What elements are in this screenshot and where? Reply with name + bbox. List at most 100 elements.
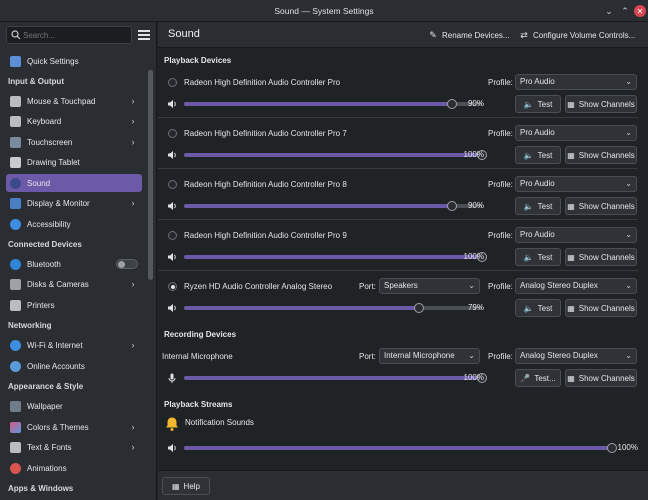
test-button[interactable]: 🔈 Test xyxy=(515,146,561,164)
channels-icon: ▦ xyxy=(567,99,575,109)
volume-icon[interactable] xyxy=(167,252,177,262)
sidebar-item-disks-cameras[interactable]: Disks & Cameras › xyxy=(6,275,142,293)
sidebar-item-wifi-internet[interactable]: Wi-Fi & Internet › xyxy=(6,336,142,354)
show-channels-button[interactable]: ▦ Show Channels xyxy=(565,248,637,266)
volume-percent: 100% xyxy=(463,150,484,159)
tablet-icon xyxy=(10,156,21,168)
show-channels-button[interactable]: ▦ Show Channels xyxy=(565,299,637,317)
test-button[interactable]: 🔈 Test xyxy=(515,197,561,215)
channels-icon: ▦ xyxy=(567,201,575,211)
device-name: Radeon High Definition Audio Controller … xyxy=(184,180,347,189)
sidebar-item-printers[interactable]: Printers xyxy=(6,296,142,314)
rename-devices-button[interactable]: ✎ Rename Devices... xyxy=(428,27,509,43)
volume-slider[interactable] xyxy=(184,99,482,109)
sidebar-item-drawing-tablet[interactable]: Drawing Tablet xyxy=(6,153,142,171)
sidebar-item-colors-themes[interactable]: Colors & Themes › xyxy=(6,418,142,436)
printer-icon xyxy=(10,299,21,311)
hamburger-menu-icon[interactable] xyxy=(137,28,151,42)
profile-select[interactable]: Pro Audio ⌄ xyxy=(515,227,637,243)
playback-streams-title: Playback Streams xyxy=(164,400,233,409)
sidebar-item-online-accounts[interactable]: Online Accounts xyxy=(6,357,142,375)
sidebar-item-display-monitor[interactable]: Display & Monitor › xyxy=(6,194,142,212)
window-title: Sound — System Settings xyxy=(274,6,374,16)
show-channels-button[interactable]: ▦ Show Channels xyxy=(565,146,637,164)
test-button[interactable]: 🔈 Test xyxy=(515,95,561,113)
bluetooth-toggle[interactable] xyxy=(116,259,138,269)
profile-select[interactable]: Analog Stereo Duplex ⌄ xyxy=(515,348,637,364)
microphone-icon[interactable] xyxy=(167,373,177,383)
sidebar-item-keyboard[interactable]: Keyboard › xyxy=(6,112,142,130)
show-channels-button[interactable]: ▦ Show Channels xyxy=(565,369,637,387)
volume-percent: 100% xyxy=(463,252,484,261)
sidebar-item-bluetooth[interactable]: Bluetooth xyxy=(6,255,142,273)
profile-select[interactable]: Pro Audio ⌄ xyxy=(515,74,637,90)
test-button[interactable]: 🔈 Test xyxy=(515,248,561,266)
maximize-icon[interactable]: ⌃ xyxy=(619,5,631,17)
port-label: Port: xyxy=(359,352,376,361)
default-device-radio[interactable] xyxy=(168,180,177,189)
default-device-radio[interactable] xyxy=(168,78,177,87)
sidebar-item-mouse-touchpad[interactable]: Mouse & Touchpad › xyxy=(6,92,142,110)
sidebar-item-touchscreen[interactable]: Touchscreen › xyxy=(6,133,142,151)
divider xyxy=(158,117,638,118)
device-name: Internal Microphone xyxy=(162,352,233,361)
test-button[interactable]: 🔈 Test xyxy=(515,299,561,317)
sidebar-item-label: Wi-Fi & Internet xyxy=(27,340,83,350)
sidebar: Quick Settings Input & Output Mouse & To… xyxy=(0,22,157,500)
page-title: Sound xyxy=(168,28,200,40)
slider-handle[interactable] xyxy=(447,99,457,109)
scrollbar-thumb[interactable] xyxy=(148,70,153,280)
chevron-down-icon[interactable]: ⌄ xyxy=(603,5,615,17)
sidebar-item-animations[interactable]: Animations xyxy=(6,459,142,477)
slider-handle[interactable] xyxy=(447,201,457,211)
volume-percent: 79% xyxy=(467,303,484,312)
sidebar-item-text-fonts[interactable]: Text & Fonts › xyxy=(6,438,142,456)
default-device-radio[interactable] xyxy=(168,282,177,291)
volume-slider[interactable] xyxy=(184,252,487,262)
chevron-right-icon: › xyxy=(131,442,135,452)
search-input[interactable] xyxy=(23,28,129,42)
sidebar-item-sound[interactable]: Sound xyxy=(6,174,142,192)
sidebar-item-label: Colors & Themes xyxy=(27,422,89,432)
sidebar-item-quick-settings[interactable]: Quick Settings xyxy=(6,52,142,70)
sidebar-item-label: Accessibility xyxy=(27,219,71,229)
show-channels-button[interactable]: ▦ Show Channels xyxy=(565,197,637,215)
volume-slider[interactable] xyxy=(184,201,482,211)
port-select[interactable]: Speakers ⌄ xyxy=(379,278,480,294)
sidebar-scrollbar[interactable] xyxy=(148,50,153,498)
default-device-radio[interactable] xyxy=(168,129,177,138)
search-box[interactable] xyxy=(6,26,132,44)
help-button[interactable]: ▦ Help xyxy=(162,477,210,495)
test-button[interactable]: 🎤 Test... xyxy=(515,369,561,387)
mouse-icon xyxy=(10,95,21,107)
volume-icon[interactable] xyxy=(167,150,177,160)
profile-select[interactable]: Pro Audio ⌄ xyxy=(515,176,637,192)
sidebar-item-label: Quick Settings xyxy=(27,56,79,66)
sidebar-item-wallpaper[interactable]: Wallpaper xyxy=(6,397,142,415)
monitor-icon xyxy=(10,197,21,209)
volume-icon[interactable] xyxy=(167,201,177,211)
port-select[interactable]: Internal Microphone ⌄ xyxy=(379,348,480,364)
volume-slider[interactable] xyxy=(184,303,482,313)
volume-icon[interactable] xyxy=(167,443,177,453)
profile-select[interactable]: Pro Audio ⌄ xyxy=(515,125,637,141)
configure-volume-controls-button[interactable]: ⇄ Configure Volume Controls... xyxy=(519,27,635,43)
speaker-icon: 🔈 xyxy=(523,201,534,211)
close-icon[interactable]: ✕ xyxy=(634,5,646,17)
show-channels-button[interactable]: ▦ Show Channels xyxy=(565,95,637,113)
volume-icon[interactable] xyxy=(167,99,177,109)
chevron-right-icon: › xyxy=(131,340,135,350)
chevron-right-icon: › xyxy=(131,279,135,289)
volume-slider[interactable] xyxy=(184,373,487,383)
channels-icon: ▦ xyxy=(567,150,575,160)
slider-handle[interactable] xyxy=(414,303,424,313)
volume-icon[interactable] xyxy=(167,303,177,313)
sidebar-item-label: Mouse & Touchpad xyxy=(27,96,96,106)
sidebar-item-accessibility[interactable]: Accessibility xyxy=(6,215,142,233)
profile-select[interactable]: Analog Stereo Duplex ⌄ xyxy=(515,278,637,294)
window-titlebar: Sound — System Settings ⌄ ⌃ ✕ xyxy=(0,0,648,22)
volume-slider[interactable] xyxy=(184,150,487,160)
volume-slider[interactable] xyxy=(184,443,617,453)
default-device-radio[interactable] xyxy=(168,231,177,240)
sidebar-item-label: Sound xyxy=(27,178,51,188)
